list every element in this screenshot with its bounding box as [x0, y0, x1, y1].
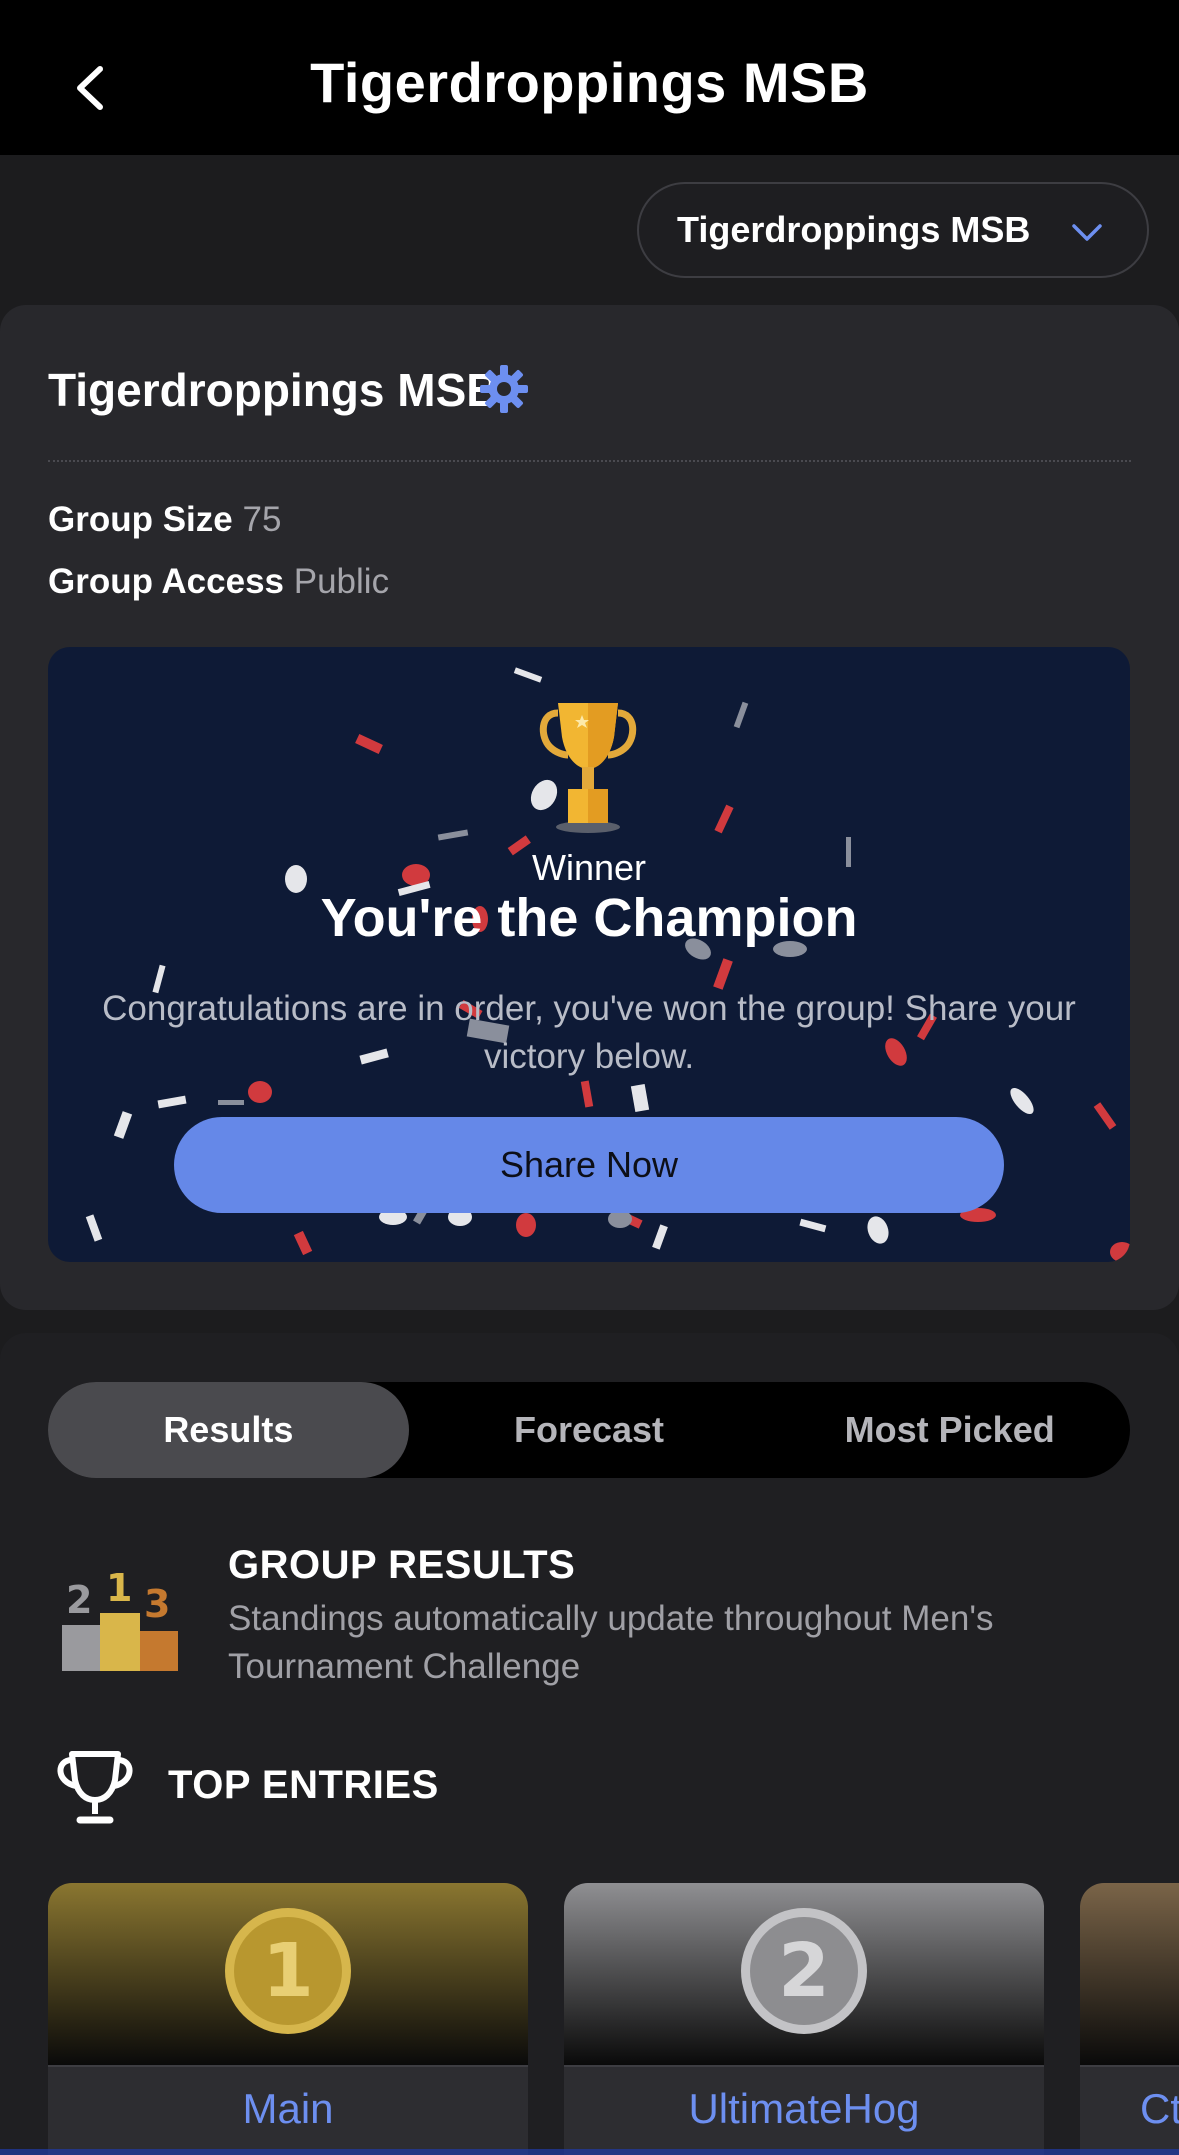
divider	[48, 460, 1131, 462]
top-entries-title: TOP ENTRIES	[168, 1763, 439, 1807]
group-info-card: Tigerdroppings MSB Group Size 75 Group A…	[0, 305, 1179, 1310]
group-size-label: Group Size	[48, 500, 233, 539]
share-now-button[interactable]: Share Now	[174, 1117, 1004, 1213]
tab-forecast[interactable]: Forecast	[409, 1382, 770, 1478]
svg-text:1: 1	[262, 1928, 314, 2014]
champion-title: You're the Champion	[320, 888, 858, 948]
group-access-row: Group Access Public	[48, 562, 389, 602]
entry-name[interactable]: Ct	[1140, 2085, 1179, 2133]
gear-icon[interactable]	[478, 363, 530, 415]
group-size-value: 75	[242, 500, 282, 539]
svg-text:2: 2	[66, 1578, 92, 1622]
champion-message: Congratulations are in order, you've won…	[102, 989, 1076, 1076]
tab-bar: Results Forecast Most Picked	[48, 1382, 1130, 1478]
page-title: Tigerdroppings MSB	[310, 51, 869, 114]
group-selector-label: Tigerdroppings MSB	[677, 209, 1031, 250]
results-card: Results Forecast Most Picked 2 1 3 GROUP…	[0, 1333, 1179, 2155]
group-access-label: Group Access	[48, 562, 285, 601]
group-name: Tigerdroppings MSB	[48, 364, 500, 416]
winner-label: Winner	[531, 847, 647, 888]
entry-name[interactable]: UltimateHog	[564, 2085, 1044, 2133]
group-selector-dropdown[interactable]: Tigerdroppings MSB	[637, 182, 1149, 278]
top-entry-card[interactable]: 2 UltimateHog	[564, 1883, 1044, 2155]
podium-icon: 2 1 3	[62, 1566, 178, 1671]
silver-medal-icon: 2	[741, 1908, 867, 2034]
trophy-icon	[539, 703, 637, 833]
chevron-down-icon	[1072, 224, 1102, 241]
champion-banner: Winner You're the Champion Congratulatio…	[48, 647, 1130, 1262]
trophy-outline-icon	[57, 1751, 133, 1824]
tab-most-picked[interactable]: Most Picked	[769, 1382, 1130, 1478]
group-results-subtitle: Standings automatically update throughou…	[228, 1599, 994, 1686]
group-access-value: Public	[293, 562, 390, 601]
entry-name[interactable]: Main	[48, 2085, 528, 2133]
svg-text:2: 2	[778, 1928, 830, 2014]
svg-text:3: 3	[144, 1582, 170, 1626]
group-results-title: GROUP RESULTS	[228, 1543, 576, 1587]
scroll-indicator	[0, 2149, 1179, 2155]
top-bar: Tigerdroppings MSB	[0, 0, 1179, 155]
tab-results[interactable]: Results	[48, 1382, 409, 1478]
svg-text:1: 1	[106, 1566, 132, 1610]
group-size-row: Group Size 75	[48, 500, 281, 540]
gold-medal-icon: 1	[225, 1908, 351, 2034]
top-entry-card[interactable]: 1 Main	[48, 1883, 528, 2155]
top-entry-card[interactable]: Ct	[1080, 1883, 1179, 2155]
